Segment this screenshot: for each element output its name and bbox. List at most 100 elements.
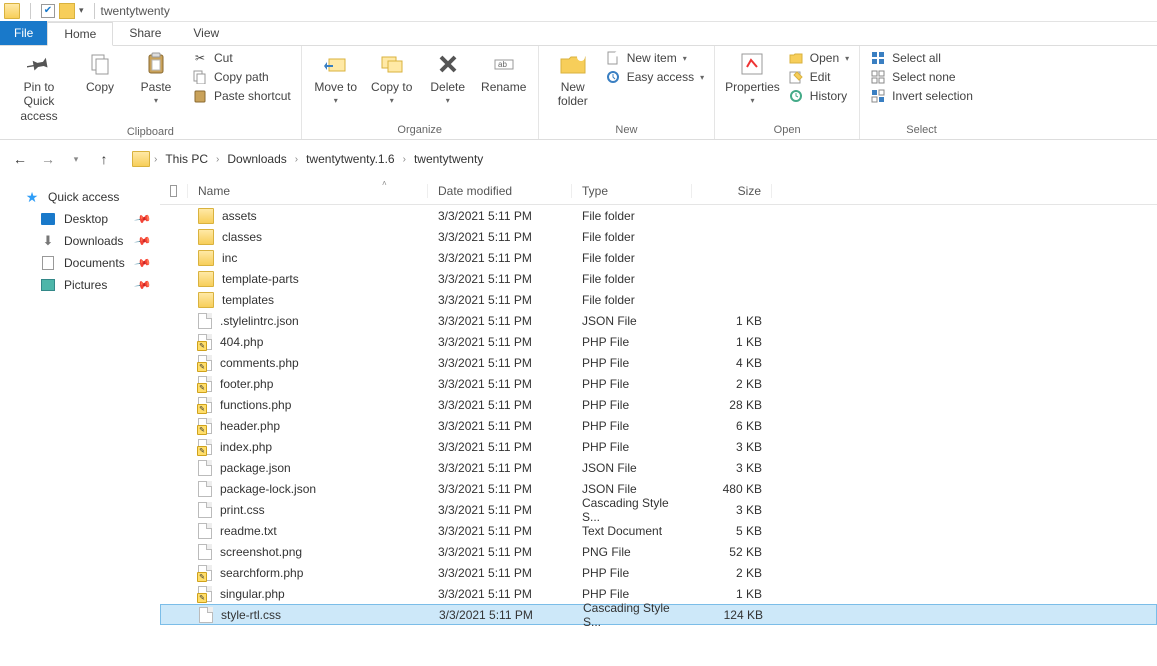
table-row[interactable]: ✎index.php3/3/2021 5:11 PMPHP File3 KB — [160, 436, 1157, 457]
table-row[interactable]: ✎functions.php3/3/2021 5:11 PMPHP File28… — [160, 394, 1157, 415]
breadcrumb-item[interactable]: twentytwenty.1.6 — [302, 150, 399, 168]
table-row[interactable]: package.json3/3/2021 5:11 PMJSON File3 K… — [160, 457, 1157, 478]
column-date[interactable]: Date modified — [428, 184, 572, 198]
table-row[interactable]: ✎header.php3/3/2021 5:11 PMPHP File6 KB — [160, 415, 1157, 436]
table-row[interactable]: ✎footer.php3/3/2021 5:11 PMPHP File2 KB — [160, 373, 1157, 394]
copy-to-button[interactable]: Copy to ▾ — [368, 50, 416, 106]
properties-button[interactable]: Properties ▾ — [725, 50, 780, 106]
qat-customize-icon[interactable]: ▾ — [79, 5, 84, 16]
sidebar-label: Pictures — [64, 278, 107, 292]
column-name[interactable]: Name — [188, 184, 428, 198]
folder-icon — [132, 151, 150, 167]
move-to-button[interactable]: Move to ▾ — [312, 50, 360, 106]
properties-icon — [738, 50, 766, 78]
table-row[interactable]: ✎searchform.php3/3/2021 5:11 PMPHP File2… — [160, 562, 1157, 583]
up-button[interactable]: ↑ — [94, 149, 114, 169]
sidebar-item-desktop[interactable]: Desktop 📌 — [0, 208, 160, 230]
qat-newfolder-icon[interactable] — [59, 3, 75, 19]
breadcrumb-item[interactable]: This PC — [161, 150, 212, 168]
copy-path-button[interactable]: Copy path — [192, 69, 291, 85]
column-check[interactable] — [160, 184, 188, 198]
table-row[interactable]: ✎comments.php3/3/2021 5:11 PMPHP File4 K… — [160, 352, 1157, 373]
tab-home[interactable]: Home — [47, 22, 113, 46]
tab-view[interactable]: View — [177, 21, 235, 45]
sidebar-item-documents[interactable]: Documents 📌 — [0, 252, 160, 274]
qat-properties-icon[interactable]: ✔ — [41, 4, 55, 18]
forward-button[interactable]: → — [38, 149, 58, 169]
folder-icon — [198, 208, 214, 224]
chevron-right-icon[interactable]: › — [403, 154, 406, 165]
copy-button[interactable]: Copy — [76, 50, 124, 94]
paste-button[interactable]: Paste ▾ — [132, 50, 180, 106]
chevron-down-icon: ▾ — [154, 96, 158, 106]
file-date: 3/3/2021 5:11 PM — [428, 566, 572, 580]
open-button[interactable]: Open ▾ — [788, 50, 849, 66]
chevron-down-icon: ▾ — [750, 96, 754, 106]
separator — [30, 3, 31, 19]
pin-icon: 📌 — [134, 254, 153, 273]
select-all-button[interactable]: Select all — [870, 50, 973, 66]
chevron-right-icon[interactable]: › — [295, 154, 298, 165]
column-label: Date modified — [438, 184, 512, 198]
table-row[interactable]: assets3/3/2021 5:11 PMFile folder — [160, 205, 1157, 226]
history-button[interactable]: History — [788, 88, 849, 104]
json-file-icon — [198, 481, 212, 497]
back-button[interactable]: ← — [10, 149, 30, 169]
easy-access-button[interactable]: Easy access ▾ — [605, 69, 704, 85]
group-new: New folder New item ▾ Easy access ▾ — [539, 46, 715, 139]
chevron-right-icon[interactable]: › — [154, 154, 157, 165]
table-row[interactable]: style-rtl.css3/3/2021 5:11 PMCascading S… — [160, 604, 1157, 625]
breadcrumb-item[interactable]: twentytwenty — [410, 150, 487, 168]
table-row[interactable]: readme.txt3/3/2021 5:11 PMText Document5… — [160, 520, 1157, 541]
paste-shortcut-label: Paste shortcut — [214, 89, 291, 103]
table-row[interactable]: classes3/3/2021 5:11 PMFile folder — [160, 226, 1157, 247]
address-bar[interactable]: › This PC › Downloads › twentytwenty.1.6… — [132, 150, 487, 168]
sort-ascending-icon: ˄ — [382, 179, 387, 188]
breadcrumb-item[interactable]: Downloads — [223, 150, 290, 168]
copy-icon — [86, 50, 114, 78]
file-name: package-lock.json — [220, 482, 316, 496]
file-type: PHP File — [572, 335, 692, 349]
table-row[interactable]: ✎404.php3/3/2021 5:11 PMPHP File1 KB — [160, 331, 1157, 352]
chevron-right-icon[interactable]: › — [216, 154, 219, 165]
file-type: JSON File — [572, 314, 692, 328]
file-name: functions.php — [220, 398, 291, 412]
tab-share[interactable]: Share — [113, 21, 177, 45]
image-file-icon — [198, 544, 212, 560]
table-row[interactable]: print.css3/3/2021 5:11 PMCascading Style… — [160, 499, 1157, 520]
file-date: 3/3/2021 5:11 PM — [429, 608, 573, 622]
file-size: 1 KB — [692, 314, 772, 328]
paste-shortcut-button[interactable]: Paste shortcut — [192, 88, 291, 104]
tab-file[interactable]: File — [0, 21, 47, 45]
file-name: 404.php — [220, 335, 263, 349]
table-row[interactable]: inc3/3/2021 5:11 PMFile folder — [160, 247, 1157, 268]
edit-button[interactable]: Edit — [788, 69, 849, 85]
new-folder-button[interactable]: New folder — [549, 50, 597, 109]
new-item-button[interactable]: New item ▾ — [605, 50, 704, 66]
delete-icon — [434, 50, 462, 78]
file-size: 1 KB — [692, 335, 772, 349]
pin-to-quick-access-button[interactable]: Pin to Quick access — [10, 50, 68, 123]
star-icon: ★ — [24, 189, 40, 205]
file-date: 3/3/2021 5:11 PM — [428, 461, 572, 475]
group-organize: Move to ▾ Copy to ▾ Delete ▾ ab — [302, 46, 539, 139]
table-row[interactable]: template-parts3/3/2021 5:11 PMFile folde… — [160, 268, 1157, 289]
rename-button[interactable]: ab Rename — [480, 50, 528, 94]
sidebar-item-downloads[interactable]: ⬇ Downloads 📌 — [0, 230, 160, 252]
file-name: footer.php — [220, 377, 273, 391]
table-row[interactable]: templates3/3/2021 5:11 PMFile folder — [160, 289, 1157, 310]
table-row[interactable]: screenshot.png3/3/2021 5:11 PMPNG File52… — [160, 541, 1157, 562]
css-file-icon — [198, 502, 212, 518]
column-size[interactable]: Size — [692, 184, 772, 198]
sidebar-item-quick-access[interactable]: ★ Quick access — [0, 186, 160, 208]
delete-button[interactable]: Delete ▾ — [424, 50, 472, 106]
sidebar-item-pictures[interactable]: Pictures 📌 — [0, 274, 160, 296]
select-none-button[interactable]: Select none — [870, 69, 973, 85]
column-type[interactable]: Type — [572, 184, 692, 198]
file-name: templates — [222, 293, 274, 307]
recent-locations-button[interactable]: ▾ — [66, 149, 86, 169]
table-row[interactable]: .stylelintrc.json3/3/2021 5:11 PMJSON Fi… — [160, 310, 1157, 331]
cut-button[interactable]: ✂ Cut — [192, 50, 291, 66]
navigation-bar: ← → ▾ ↑ › This PC › Downloads › twentytw… — [0, 140, 1157, 178]
invert-selection-button[interactable]: Invert selection — [870, 88, 973, 104]
